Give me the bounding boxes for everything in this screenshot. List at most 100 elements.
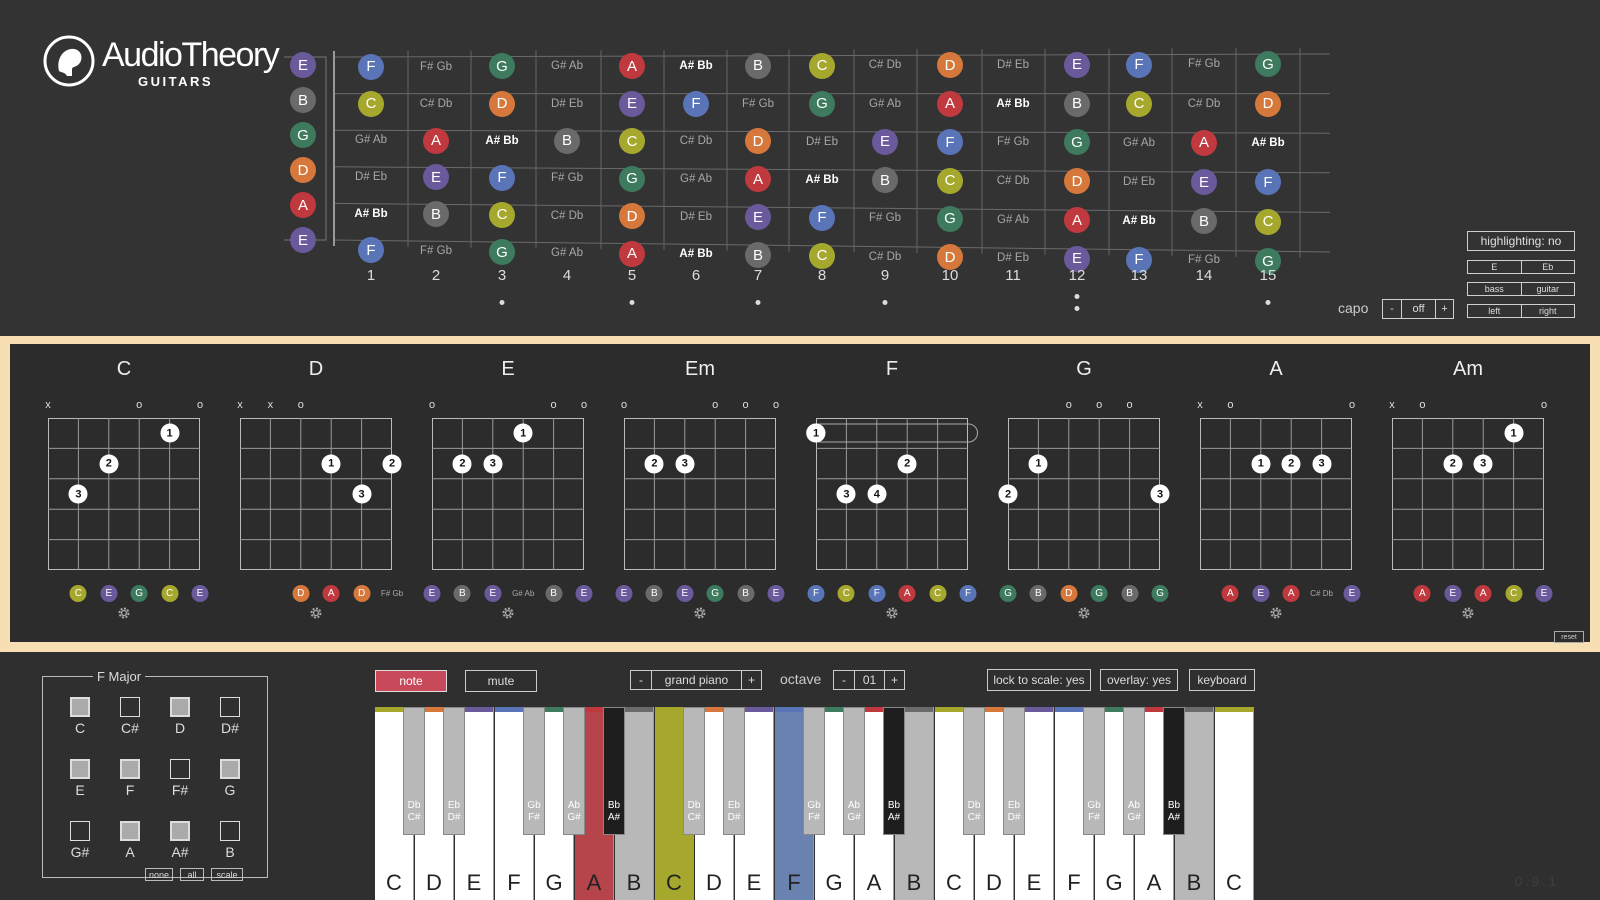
fret-note[interactable]: E bbox=[1064, 51, 1090, 78]
piano-black-key[interactable]: Ab G# bbox=[563, 707, 585, 835]
scale-note-checkbox[interactable] bbox=[220, 697, 240, 717]
keyboard-toggle[interactable]: keyboard bbox=[1189, 669, 1255, 691]
fret-note[interactable]: F bbox=[937, 129, 963, 156]
fret-note-sharp[interactable]: F# Gb bbox=[742, 98, 774, 110]
piano-black-key[interactable]: Bb A# bbox=[603, 707, 625, 835]
scale-note-toggle[interactable]: C# bbox=[110, 697, 150, 736]
chord-diagram[interactable]: Ax o o 1 2 3 A E A C# Db E bbox=[1162, 344, 1361, 642]
chord-settings-gear-icon[interactable] bbox=[117, 606, 131, 620]
fret-note[interactable]: F bbox=[1255, 169, 1281, 196]
fret-note[interactable]: E bbox=[619, 90, 645, 117]
scale-scale-button[interactable]: scale bbox=[211, 868, 243, 881]
fret-note[interactable]: C bbox=[1126, 90, 1152, 117]
scale-note-toggle[interactable]: C bbox=[60, 697, 100, 736]
scale-note-checkbox[interactable] bbox=[120, 697, 140, 717]
fret-note[interactable]: G bbox=[937, 205, 963, 232]
instrument-prev-button[interactable]: - bbox=[631, 671, 651, 689]
fret-note-sharp[interactable]: F# Gb bbox=[420, 245, 452, 257]
scale-none-button[interactable]: none bbox=[145, 868, 173, 881]
fret-note-sharp[interactable]: F# Gb bbox=[1188, 254, 1220, 266]
fret-note-sharp[interactable]: G# Ab bbox=[551, 60, 583, 72]
fret-note-sharp[interactable]: A# Bb bbox=[1122, 215, 1155, 227]
fret-note[interactable]: B bbox=[745, 52, 771, 79]
fret-note[interactable]: D bbox=[937, 52, 963, 79]
fret-note[interactable]: C bbox=[619, 128, 645, 155]
piano-black-key[interactable]: Gb F# bbox=[803, 707, 825, 835]
fret-note-sharp[interactable]: F# Gb bbox=[551, 172, 583, 184]
scale-note-toggle[interactable]: D# bbox=[210, 697, 250, 736]
piano-black-key[interactable]: Eb D# bbox=[1003, 707, 1025, 835]
fret-note-sharp[interactable]: C# Db bbox=[869, 251, 902, 263]
fret-note-sharp[interactable]: G# Ab bbox=[355, 134, 387, 146]
chord-settings-gear-icon[interactable] bbox=[693, 606, 707, 620]
fret-note[interactable]: G bbox=[489, 239, 515, 266]
fret-note[interactable]: A bbox=[1064, 207, 1090, 234]
piano-black-key[interactable]: Db C# bbox=[403, 707, 425, 835]
fret-note[interactable]: C bbox=[1255, 208, 1281, 235]
piano-black-key[interactable]: Ab G# bbox=[843, 707, 865, 835]
highlighting-toggle[interactable]: highlighting: no bbox=[1467, 231, 1575, 251]
fret-note-sharp[interactable]: C# Db bbox=[420, 98, 453, 110]
chord-diagram[interactable]: Am x o o 1 2 3 A E A C E bbox=[1354, 344, 1553, 642]
scale-note-toggle[interactable]: D bbox=[160, 697, 200, 736]
capo-increment-button[interactable]: + bbox=[1435, 300, 1453, 318]
fret-note[interactable]: B bbox=[1064, 90, 1090, 117]
fret-note[interactable]: F bbox=[358, 237, 384, 264]
octave-decrement-button[interactable]: - bbox=[834, 671, 854, 689]
fret-note-sharp[interactable]: A# Bb bbox=[679, 60, 712, 72]
fret-note[interactable]: D bbox=[1064, 168, 1090, 195]
chord-settings-gear-icon[interactable] bbox=[1461, 606, 1475, 620]
open-string-note[interactable]: E bbox=[290, 52, 316, 78]
scale-all-button[interactable]: all bbox=[180, 868, 204, 881]
fret-note[interactable]: C bbox=[358, 90, 384, 117]
fret-note[interactable]: G bbox=[809, 90, 835, 117]
fret-note-sharp[interactable]: D# Eb bbox=[355, 171, 387, 183]
piano-black-key[interactable]: Gb F# bbox=[523, 707, 545, 835]
open-string-note[interactable]: G bbox=[290, 122, 316, 148]
fret-note[interactable]: E bbox=[1191, 169, 1217, 196]
fret-note-sharp[interactable]: D# Eb bbox=[551, 98, 583, 110]
fret-note[interactable]: A bbox=[1191, 129, 1217, 156]
scale-note-checkbox[interactable] bbox=[170, 821, 190, 841]
open-string-note[interactable]: B bbox=[290, 87, 316, 113]
scale-note-checkbox[interactable] bbox=[70, 697, 90, 717]
fret-note[interactable]: B bbox=[745, 242, 771, 269]
fret-note[interactable]: F bbox=[358, 53, 384, 80]
reset-button[interactable]: reset bbox=[1554, 631, 1584, 643]
scale-note-checkbox[interactable] bbox=[220, 821, 240, 841]
fret-note[interactable]: A bbox=[619, 53, 645, 80]
fret-note-sharp[interactable]: A# Bb bbox=[354, 208, 387, 220]
scale-note-checkbox[interactable] bbox=[120, 821, 140, 841]
open-string-note[interactable]: D bbox=[290, 157, 316, 183]
chord-diagram[interactable]: Eo o o 1 2 3 E B E G# Ab B E bbox=[394, 344, 593, 642]
chord-settings-gear-icon[interactable] bbox=[309, 606, 323, 620]
fret-note-sharp[interactable]: G# Ab bbox=[997, 214, 1029, 226]
fret-note[interactable]: E bbox=[872, 128, 898, 155]
scale-note-toggle[interactable]: F bbox=[110, 759, 150, 798]
fret-note[interactable]: C bbox=[809, 242, 835, 269]
capo-decrement-button[interactable]: - bbox=[1383, 300, 1401, 318]
fret-note[interactable]: B bbox=[423, 201, 449, 228]
fret-note-sharp[interactable]: C# Db bbox=[551, 210, 584, 222]
scale-note-checkbox[interactable] bbox=[70, 821, 90, 841]
octave-increment-button[interactable]: + bbox=[884, 671, 904, 689]
overlay-toggle[interactable]: overlay: yes bbox=[1100, 669, 1178, 691]
open-string-note[interactable]: A bbox=[290, 192, 316, 218]
scale-note-toggle[interactable]: A bbox=[110, 821, 150, 860]
fret-note-sharp[interactable]: C# Db bbox=[997, 175, 1030, 187]
chord-settings-gear-icon[interactable] bbox=[885, 606, 899, 620]
scale-note-toggle[interactable]: A# bbox=[160, 821, 200, 860]
tuning-e-button[interactable]: E bbox=[1468, 261, 1521, 273]
chord-settings-gear-icon[interactable] bbox=[1077, 606, 1091, 620]
guitar-button[interactable]: guitar bbox=[1520, 283, 1575, 295]
fret-note-sharp[interactable]: C# Db bbox=[1188, 98, 1221, 110]
open-string-note[interactable]: E bbox=[290, 227, 316, 253]
fret-note[interactable]: G bbox=[619, 165, 645, 192]
left-hand-button[interactable]: left bbox=[1468, 305, 1521, 317]
bass-button[interactable]: bass bbox=[1468, 283, 1521, 295]
fret-note-sharp[interactable]: D# Eb bbox=[680, 211, 712, 223]
fret-note-sharp[interactable]: F# Gb bbox=[420, 61, 452, 73]
chord-diagram[interactable]: Dx x o 1 2 3 D A D F# Gb bbox=[202, 344, 403, 642]
scale-note-checkbox[interactable] bbox=[170, 759, 190, 779]
piano-black-key[interactable]: Db C# bbox=[963, 707, 985, 835]
